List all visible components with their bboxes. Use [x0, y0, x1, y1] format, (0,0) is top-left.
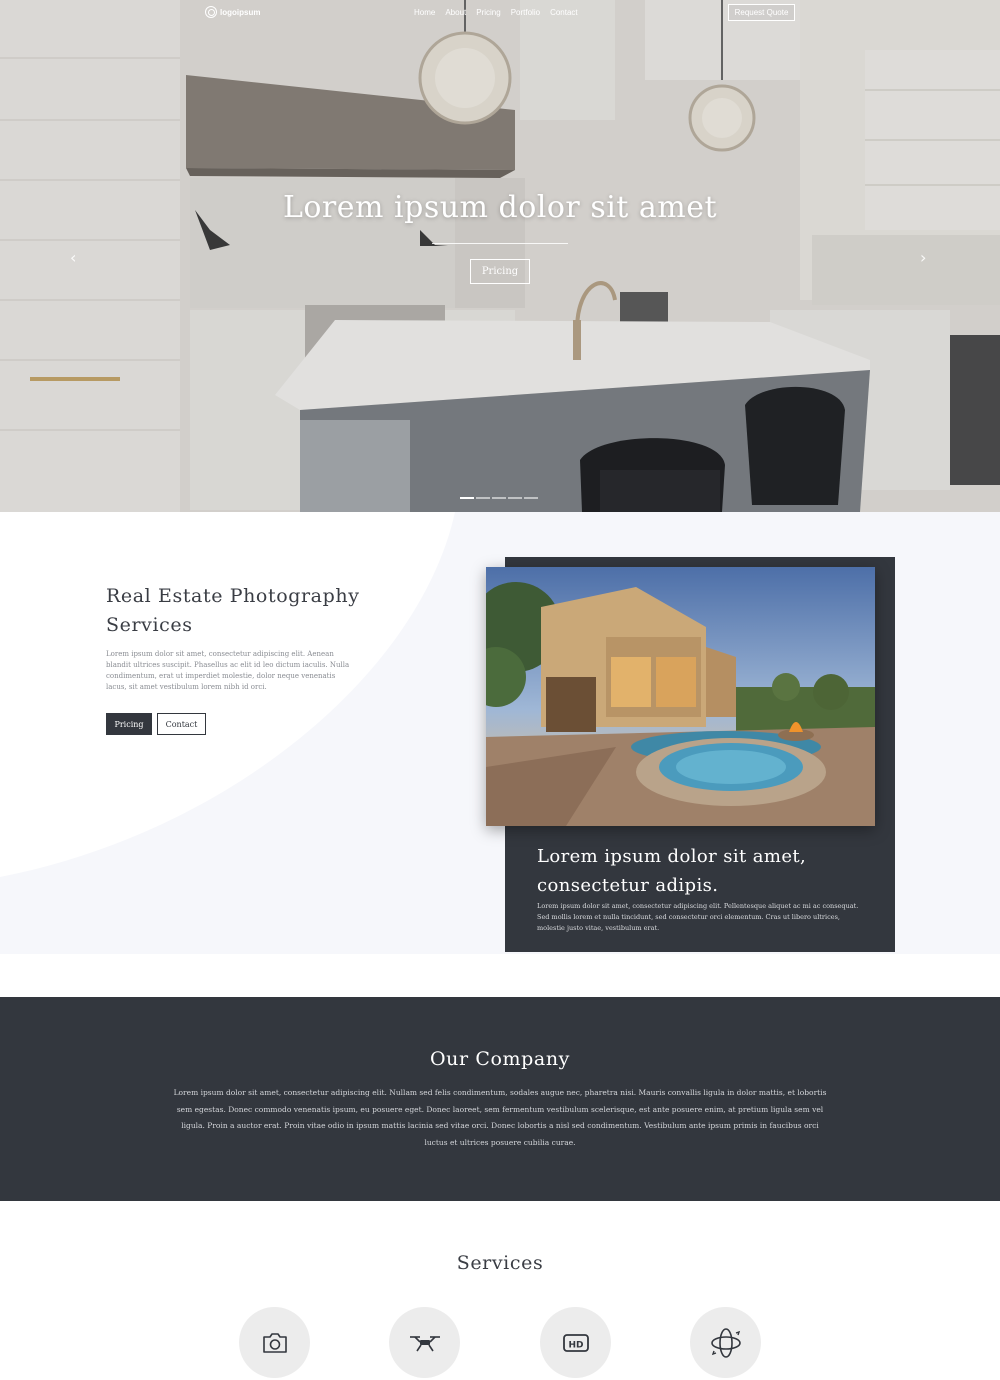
company-body: Lorem ipsum dolor sit amet, consectetur … [173, 1088, 827, 1147]
company-title: Our Company [430, 1048, 570, 1070]
logo-icon [205, 6, 217, 18]
intro-contact-button[interactable]: Contact [157, 713, 206, 735]
feature-title: Lorem ipsum dolor sit amet, consectetur … [537, 846, 807, 896]
slider-dots [460, 497, 538, 499]
hero-divider [432, 243, 568, 244]
svg-text:HD: HD [568, 1340, 583, 1350]
slider-dot-4[interactable] [508, 497, 522, 499]
slider-dot-1[interactable] [460, 497, 474, 499]
nav-link-portfolio[interactable]: Portfolio [511, 8, 540, 17]
logo-text: logoipsum [220, 7, 261, 17]
logo[interactable]: logoipsum [205, 6, 260, 18]
nav-menu: Home About Pricing Portfolio Contact [414, 8, 578, 17]
camera-icon [262, 1332, 287, 1353]
nav-link-home[interactable]: Home [414, 8, 435, 17]
service-360-tour[interactable] [690, 1307, 761, 1378]
services-title: Services [456, 1252, 544, 1274]
drone-icon [409, 1335, 440, 1351]
360-view-icon [710, 1327, 741, 1358]
feature-house-image [486, 567, 875, 826]
chevron-left-icon[interactable]: ‹ [70, 248, 76, 267]
service-drone[interactable] [389, 1307, 460, 1378]
hd-icon: HD [562, 1333, 589, 1352]
feature-body: Lorem ipsum dolor sit amet, consectetur … [537, 902, 859, 932]
service-photography[interactable] [239, 1307, 310, 1378]
intro-heading: Real Estate Photography Services [106, 585, 360, 636]
request-quote-button[interactable]: Request Quote [728, 4, 795, 21]
chevron-right-icon[interactable]: › [920, 248, 926, 267]
hero-title: Lorem ipsum dolor sit amet [282, 190, 718, 225]
hero-section: logoipsum Home About Pricing Portfolio C… [0, 0, 1000, 512]
hero-overlay [0, 0, 1000, 512]
hero-pricing-button[interactable]: Pricing [470, 259, 530, 284]
slider-dot-2[interactable] [476, 497, 490, 499]
intro-section: Real Estate Photography Services Lorem i… [0, 512, 1000, 954]
nav-link-about[interactable]: About [445, 8, 466, 17]
slider-dot-5[interactable] [524, 497, 538, 499]
nav-link-contact[interactable]: Contact [550, 8, 578, 17]
slider-dot-3[interactable] [492, 497, 506, 499]
nav-link-pricing[interactable]: Pricing [476, 8, 500, 17]
company-section: Our Company Lorem ipsum dolor sit amet, … [0, 997, 1000, 1201]
intro-pricing-button[interactable]: Pricing [106, 713, 152, 735]
top-nav: logoipsum Home About Pricing Portfolio C… [0, 0, 1000, 26]
service-hd-video[interactable]: HD [540, 1307, 611, 1378]
intro-body: Lorem ipsum dolor sit amet, consectetur … [106, 650, 350, 691]
